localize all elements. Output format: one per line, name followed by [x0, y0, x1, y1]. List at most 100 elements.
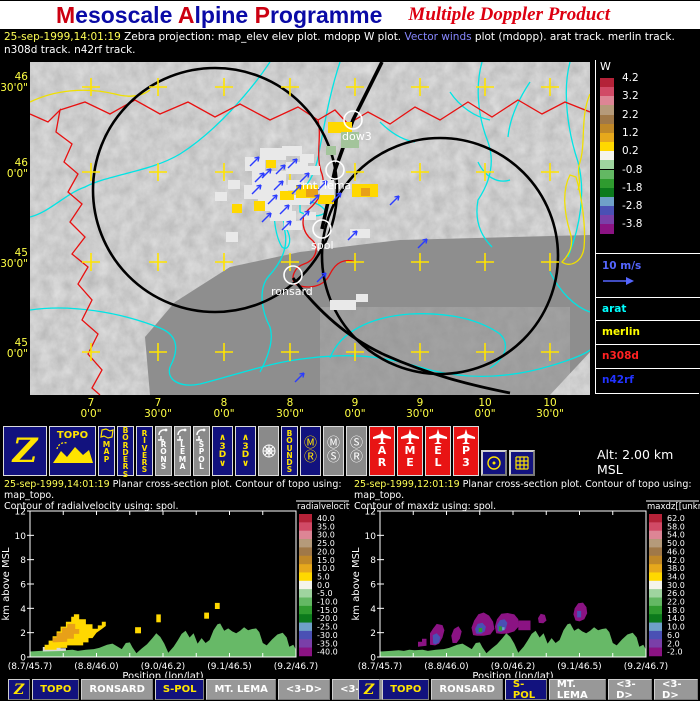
x-tick-label: (8.8/46.0) [424, 662, 468, 672]
xsec-toolbar-0-3d[interactable]: <3-D> [277, 679, 331, 700]
rivers-button[interactable]: RIVERS [136, 426, 153, 476]
colorbar-segment [649, 514, 662, 523]
target-button[interactable] [481, 450, 507, 476]
colorbar-segment [299, 630, 312, 640]
xsec-toolbar-0-z[interactable]: Z [8, 679, 31, 700]
title-segment: rogramme [269, 1, 383, 28]
plane-label-char: R [377, 456, 387, 469]
circled-letter: Ⓡ [303, 450, 317, 465]
y-tick-label: 8 [20, 556, 26, 566]
3d-b-button[interactable]: ∧ 3 D ∨ [235, 426, 256, 476]
ar-button[interactable]: AR [369, 426, 395, 476]
radar-site-label: mt. lema [302, 179, 351, 192]
lat-min: 30'0" [0, 81, 28, 94]
sr-button[interactable]: Ⓢ Ⓡ [346, 426, 367, 476]
circle-dot-icon [487, 456, 501, 470]
lon-min: 0'0" [474, 408, 496, 420]
y-tick-label: 4 [20, 605, 26, 615]
colorbar-segment [649, 555, 662, 565]
map-button[interactable]: MAP [98, 426, 115, 476]
lon-tick-label: 10 0'0" [463, 398, 507, 420]
cross-section-toolbar-right: Z TOPO RONSARD S-POL MT. LEMA <3-D> <3-D> [358, 679, 700, 701]
bounds-button[interactable]: BOUNDS [281, 426, 298, 476]
y-tick-label: 4 [370, 605, 376, 615]
lema-button[interactable]: LEMA [174, 426, 191, 476]
track-legend-arat: arat [602, 303, 627, 315]
w-scale-segment [600, 151, 614, 161]
xsec-toolbar-0-topo[interactable]: TOPO [32, 679, 80, 700]
zebra-button[interactable]: Z [3, 426, 47, 476]
cross-section-plot[interactable]: 024681012km above MSL(8.7/45.7) (8.8/46.0… [350, 478, 700, 678]
3d-a-button[interactable]: ∧ 3 D ∨ [212, 426, 233, 476]
colorbar-segment [299, 614, 312, 623]
xsec-toolbar-1-3d-2[interactable]: <3-D> [654, 679, 698, 701]
w-scale-segment [600, 132, 614, 143]
map-icon [99, 428, 114, 439]
borders-button[interactable]: BORDERS [117, 426, 134, 479]
borders-label: BORDERS [122, 427, 128, 479]
xsec-toolbar-0-mtlema[interactable]: MT. LEMA [206, 679, 276, 700]
map-legend-panel: W 4.2 3.2 2.2 1.2 0.2 -0.8 -1.8 -2.8 -3.8 10 m/s ar… [595, 60, 700, 394]
lat-tick-label: 45 30'0" [0, 248, 28, 269]
contour-cell [538, 613, 547, 624]
cross-section-panel-radialvelocity: 25-sep-1999,14:01:19 Planar cross-sectio… [0, 478, 350, 678]
colorbar-segment [649, 622, 662, 632]
w-scale-segment [600, 87, 614, 97]
w-scale-segment [600, 178, 614, 188]
w-scale-segment [600, 96, 614, 106]
spol-button[interactable]: SPOL [193, 426, 210, 476]
xsec-toolbar-1-z[interactable]: Z [358, 679, 381, 700]
x-tick-label: (8.8/46.0) [74, 662, 118, 672]
lema-label: LEMA [179, 441, 186, 471]
w-scale-title: W [600, 60, 611, 73]
xsec-toolbar-1-ronsard[interactable]: RONSARD [431, 679, 503, 700]
ms-button[interactable]: Ⓜ Ⓢ [323, 426, 344, 476]
track-legend-n308d: n308d [602, 350, 639, 362]
mr-button[interactable]: Ⓜ Ⓡ [300, 426, 321, 476]
colorbar-segment [299, 547, 312, 557]
lon-tick-label: 8 30'0" [268, 398, 312, 420]
topo-button[interactable]: TOPO [49, 426, 96, 476]
xsec-toolbar-1-spol[interactable]: S-POL [504, 679, 547, 701]
lat-deg: 46 [14, 157, 28, 169]
xsec-toolbar-1-3d[interactable]: <3-D> [608, 679, 653, 701]
v-letter: L [199, 461, 204, 471]
map-plot[interactable]: dow3 mt. lema spol ronsard [30, 62, 590, 395]
xsec-toolbar-1-mtlema[interactable]: MT. LEMA [548, 679, 607, 701]
gridtool-button[interactable] [509, 450, 535, 476]
p3-button[interactable]: P3 [453, 426, 479, 476]
legend-divider [596, 320, 700, 321]
colorbar-segment [299, 555, 312, 565]
colorbar-segment [649, 580, 662, 590]
title-segment: esoscale [75, 1, 178, 28]
colorbar-segment [649, 530, 662, 540]
xsec-toolbar-0-spol[interactable]: S-POL [154, 679, 205, 700]
contour-cell [135, 627, 141, 634]
el-button[interactable]: EL [425, 426, 451, 476]
header-segment: Vector winds [404, 31, 472, 43]
plot-description-header: 25-sep-1999,14:01:19 Zebra projection: m… [4, 31, 696, 56]
w-scale-segment [600, 215, 614, 225]
zebra-display-window: Mesoscale Alpine Programme Multiple Dopp… [0, 0, 700, 701]
wind-scale-arrow-icon [603, 277, 634, 285]
rons-button[interactable]: RONS [155, 426, 172, 476]
map-label: MAP [103, 441, 110, 463]
xsec-toolbar-1-topo[interactable]: TOPO [382, 679, 430, 700]
rons-label: RONS [160, 441, 166, 471]
contour-cell [418, 638, 427, 647]
lon-tick-label: 8 0'0" [202, 398, 246, 420]
xsec-toolbar-0-ronsard[interactable]: RONSARD [81, 679, 153, 700]
v-letter: A [179, 461, 186, 471]
radar-site-label: dow3 [342, 130, 372, 143]
y-tick-label: 2 [370, 629, 376, 639]
me-button[interactable]: ME [397, 426, 423, 476]
legend-divider [596, 368, 700, 369]
plane-icon [457, 429, 475, 444]
lat-deg: 46 [14, 71, 28, 83]
cross-section-plot[interactable]: 024681012km above MSL(8.7/45.7) (8.8/46.0… [0, 478, 350, 678]
colorbar-segment [649, 630, 662, 640]
plane-label-char: 3 [462, 456, 470, 469]
web-button[interactable] [258, 426, 279, 476]
x-axis-title: Position (lon/lat) [472, 671, 553, 678]
lat-min: 0'0" [6, 167, 28, 180]
